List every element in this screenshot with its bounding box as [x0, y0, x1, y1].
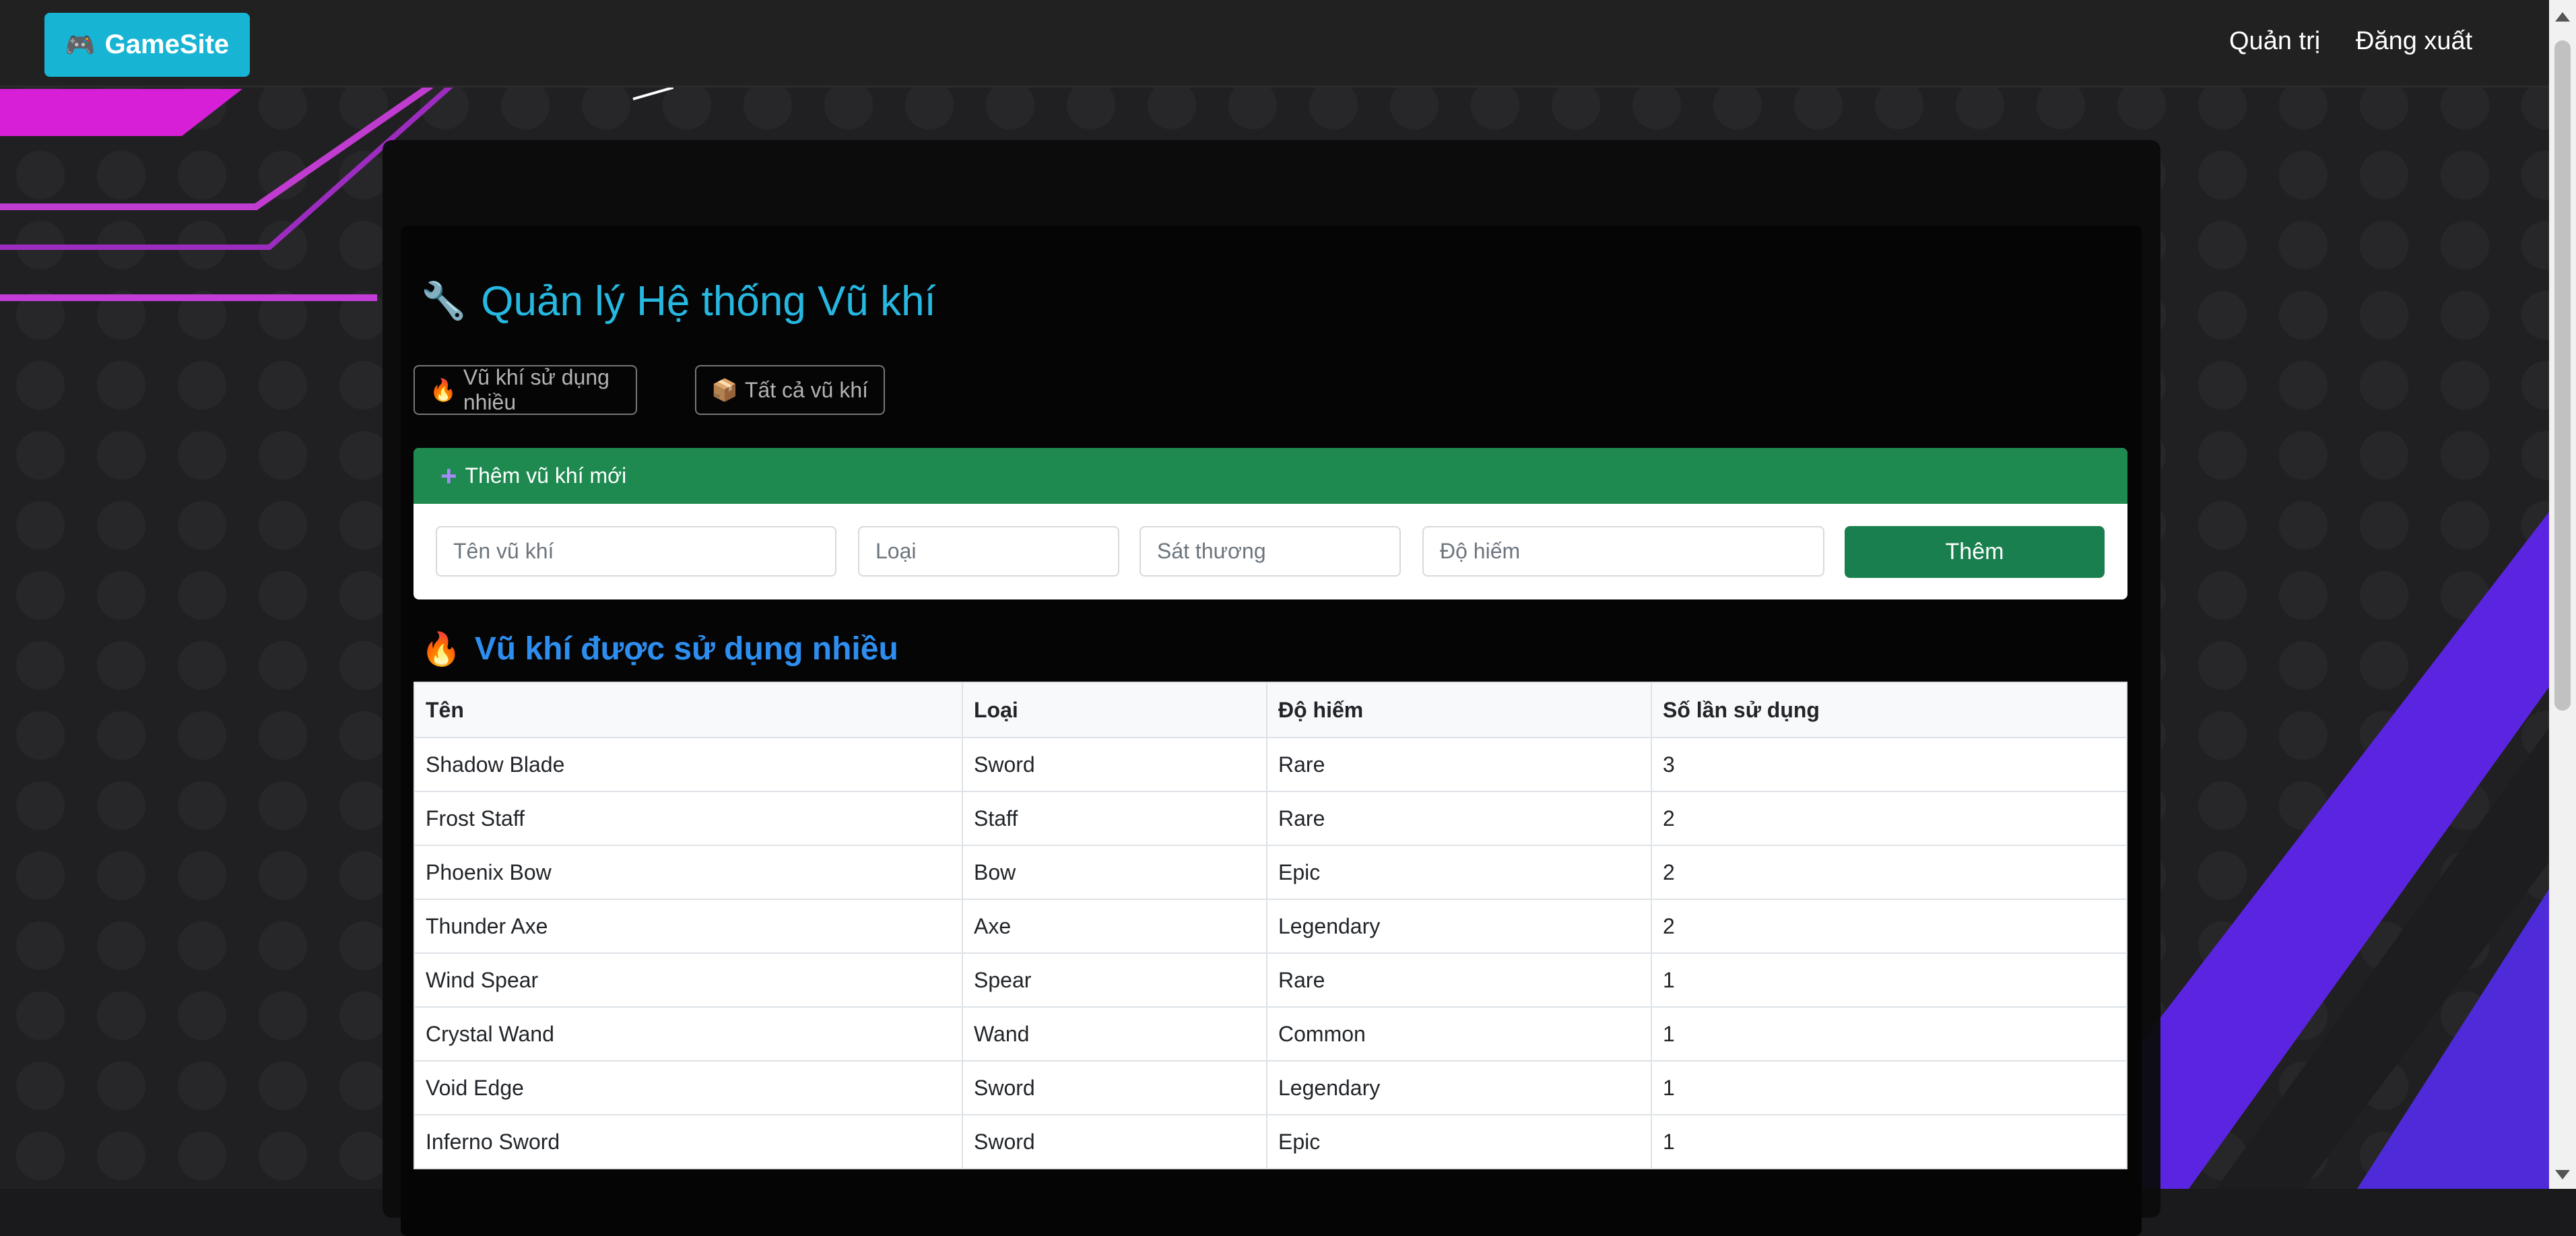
- weapon-name-input[interactable]: Tên vũ khí: [436, 526, 836, 577]
- add-weapon-button[interactable]: Thêm: [1845, 526, 2105, 578]
- weapon-name-cell: Frost Staff: [414, 791, 963, 846]
- column-header-name: Tên: [414, 682, 963, 738]
- weapon-type-cell: Sword: [962, 1060, 1267, 1115]
- weapon-usage-cell: 1: [1651, 1006, 2127, 1062]
- weapon-name-cell: Phoenix Bow: [414, 845, 963, 900]
- weapon-type-cell: Sword: [962, 737, 1267, 792]
- weapon-damage-input[interactable]: Sát thương: [1140, 526, 1401, 577]
- brand-name: GameSite: [104, 30, 230, 59]
- weapon-rarity-cell: Legendary: [1266, 899, 1652, 954]
- page-title-text: Quản lý Hệ thống Vũ khí: [481, 278, 936, 325]
- popular-section-title: 🔥 Vũ khí được sử dụng nhiều: [421, 630, 898, 668]
- table-row: Phoenix Bow Bow Epic 2: [414, 845, 2127, 900]
- weapon-type-cell: Staff: [962, 791, 1267, 846]
- table-row: Void Edge Sword Legendary 1: [414, 1060, 2127, 1115]
- decor-stripes-right: [2135, 512, 2549, 1189]
- weapon-rarity-input[interactable]: Độ hiếm: [1422, 526, 1824, 577]
- weapon-type-cell: Spear: [962, 952, 1267, 1008]
- fire-icon: 🔥: [421, 632, 461, 668]
- weapon-usage-cell: 1: [1651, 952, 2127, 1008]
- table-row: Frost Staff Staff Rare 2: [414, 791, 2127, 846]
- nav-logout-link[interactable]: Đăng xuất: [2356, 27, 2472, 56]
- table-row: Wind Spear Spear Rare 1: [414, 952, 2127, 1008]
- weapon-rarity-cell: Epic: [1266, 1114, 1652, 1169]
- weapon-type-cell: Wand: [962, 1006, 1267, 1062]
- weapon-type-cell: Sword: [962, 1114, 1267, 1169]
- weapon-usage-cell: 1: [1651, 1060, 2127, 1115]
- table-row: Thunder Axe Axe Legendary 2: [414, 899, 2127, 954]
- brand-button[interactable]: 🎮 GameSite: [44, 13, 250, 77]
- add-weapon-header-text: Thêm vũ khí mới: [465, 463, 627, 488]
- weapon-name-cell: Thunder Axe: [414, 899, 963, 954]
- column-header-usage: Số lần sử dụng: [1651, 682, 2127, 738]
- tab-popular-weapons[interactable]: 🔥 Vũ khí sử dụng nhiều: [414, 365, 637, 415]
- table-row: Shadow Blade Sword Rare 3: [414, 737, 2127, 792]
- wrench-icon: 🔧: [421, 281, 467, 321]
- weapon-rarity-cell: Rare: [1266, 952, 1652, 1008]
- nav-admin-link[interactable]: Quản trị: [2229, 27, 2320, 56]
- weapon-name-cell: Wind Spear: [414, 952, 963, 1008]
- tab-all-label: Tất cả vũ khí: [744, 377, 869, 402]
- popular-weapons-table: Tên Loại Độ hiếm Số lần sử dụng Shadow B…: [414, 682, 2127, 1169]
- weapon-usage-cell: 2: [1651, 899, 2127, 954]
- weapon-usage-cell: 2: [1651, 791, 2127, 846]
- fire-icon: 🔥: [430, 378, 457, 402]
- add-weapon-header: + Thêm vũ khí mới: [414, 448, 2127, 504]
- box-icon: 📦: [711, 378, 738, 402]
- page-title: 🔧 Quản lý Hệ thống Vũ khí: [421, 278, 936, 325]
- table-row: Crystal Wand Wand Common 1: [414, 1006, 2127, 1062]
- weapon-type-cell: Axe: [962, 899, 1267, 954]
- scroll-down-arrow-icon[interactable]: [2555, 1170, 2570, 1179]
- popular-section-title-text: Vũ khí được sử dụng nhiều: [474, 631, 898, 667]
- weapon-rarity-cell: Legendary: [1266, 1060, 1652, 1115]
- weapon-type-cell: Bow: [962, 845, 1267, 900]
- weapon-usage-cell: 3: [1651, 737, 2127, 792]
- weapon-rarity-cell: Rare: [1266, 791, 1652, 846]
- scrollbar-thumb[interactable]: [2554, 40, 2571, 711]
- page-scrollbar[interactable]: [2549, 0, 2576, 1189]
- weapon-name-cell: Void Edge: [414, 1060, 963, 1115]
- gamepad-icon: 🎮: [65, 30, 96, 59]
- table-row: Inferno Sword Sword Epic 1: [414, 1114, 2127, 1169]
- weapon-rarity-cell: Epic: [1266, 845, 1652, 900]
- tab-popular-label: Vũ khí sử dụng nhiều: [463, 365, 609, 414]
- plus-icon: +: [440, 459, 457, 492]
- weapon-usage-cell: 2: [1651, 845, 2127, 900]
- weapon-type-input[interactable]: Loại: [858, 526, 1119, 577]
- column-header-type: Loại: [962, 682, 1267, 738]
- weapon-name-cell: Crystal Wand: [414, 1006, 963, 1062]
- table-header-row: Tên Loại Độ hiếm Số lần sử dụng: [414, 682, 2127, 738]
- weapon-usage-cell: 1: [1651, 1114, 2127, 1169]
- weapon-name-cell: Inferno Sword: [414, 1114, 963, 1169]
- weapon-rarity-cell: Rare: [1266, 737, 1652, 792]
- weapon-name-cell: Shadow Blade: [414, 737, 963, 792]
- navbar: 🎮 GameSite Quản trị Đăng xuất: [0, 0, 2576, 88]
- column-header-rarity: Độ hiếm: [1266, 682, 1652, 738]
- tab-all-weapons[interactable]: 📦 Tất cả vũ khí: [695, 365, 885, 415]
- scroll-up-arrow-icon[interactable]: [2555, 12, 2570, 22]
- weapon-rarity-cell: Common: [1266, 1006, 1652, 1062]
